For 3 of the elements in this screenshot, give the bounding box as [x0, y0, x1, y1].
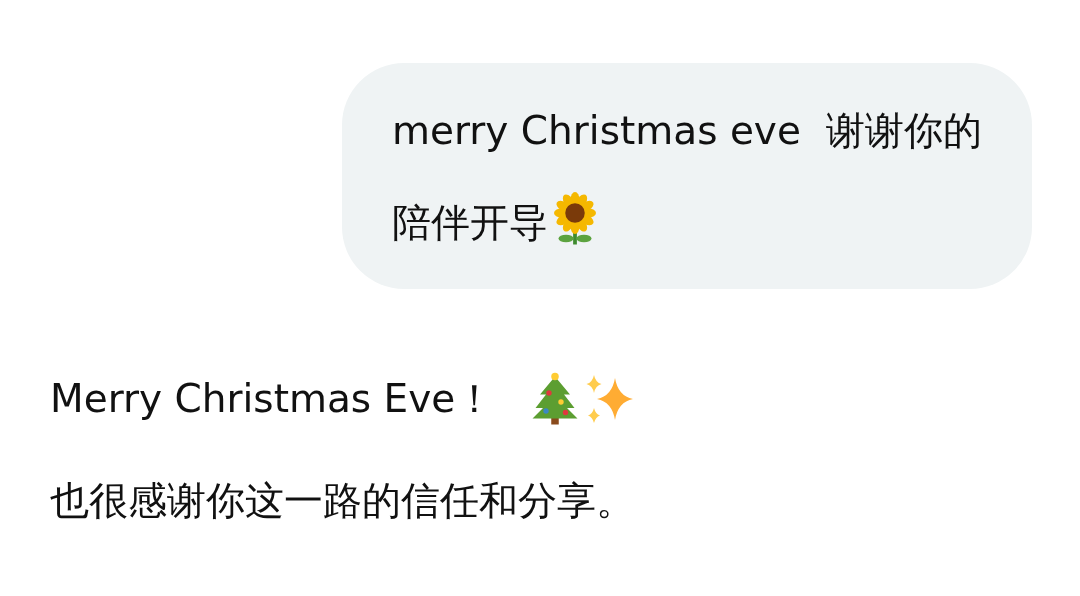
reply-text: Merry Christmas Eve！	[50, 375, 495, 423]
message-text: merry Christmas eve 谢谢你的陪伴开导	[392, 107, 982, 248]
reply-text: 也很感谢你这一路的信任和分享。	[50, 477, 635, 525]
